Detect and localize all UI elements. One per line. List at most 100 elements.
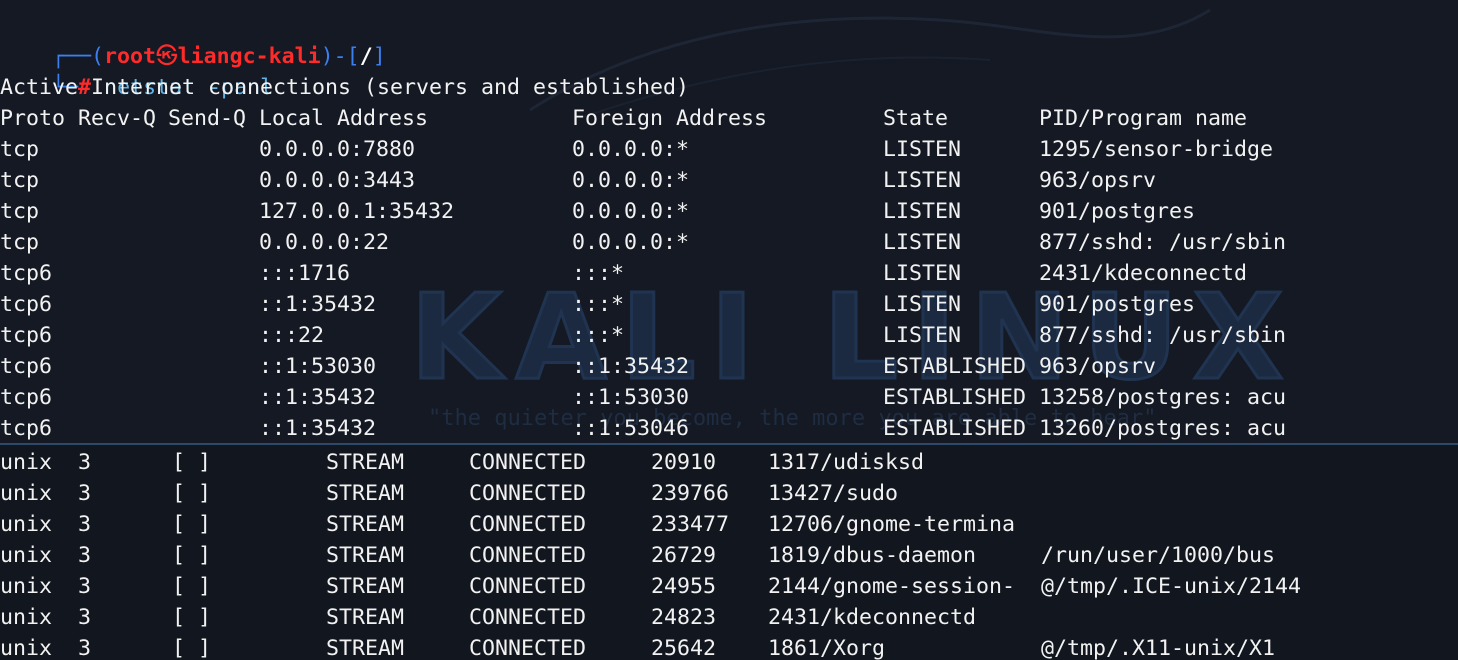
cell-state: CONNECTED — [469, 605, 587, 630]
cell-type: STREAM — [326, 636, 405, 660]
cell-proto: tcp6 — [0, 385, 53, 410]
cell-proto: tcp — [0, 137, 40, 162]
cell-pid-program: 1295/sensor-bridge — [1039, 137, 1274, 162]
cell-proto: unix — [0, 450, 53, 475]
cell-state: CONNECTED — [469, 481, 587, 506]
cell-state: LISTEN — [883, 168, 962, 193]
cell-state: LISTEN — [883, 199, 962, 224]
cell-refcnt: 3 — [78, 481, 92, 506]
cell-pid-program: 1861/Xorg — [768, 636, 886, 660]
cell-proto: tcp6 — [0, 261, 53, 286]
cell-pid-program: 1819/dbus-daemon — [768, 543, 977, 568]
cell-foreign-address: :::* — [572, 261, 625, 286]
cell-flags: [ ] — [172, 636, 212, 660]
output-header-line: Active Internet connections (servers and… — [0, 75, 690, 100]
cell-pid-program: 963/opsrv — [1039, 354, 1157, 379]
cell-state: LISTEN — [883, 230, 962, 255]
cell-state: ESTABLISHED — [883, 385, 1027, 410]
cell-pid-program: 2431/kdeconnectd — [1039, 261, 1248, 286]
cell-foreign-address: 0.0.0.0:* — [572, 199, 690, 224]
column-header-local-address: Local Address — [259, 106, 429, 131]
cell-flags: [ ] — [172, 512, 212, 537]
cell-local-address: 0.0.0.0:22 — [259, 230, 390, 255]
cell-local-address: 0.0.0.0:7880 — [259, 137, 416, 162]
cell-pid-program: 13258/postgres: acu — [1039, 385, 1287, 410]
cell-type: STREAM — [326, 605, 405, 630]
cell-local-address: ::1:53030 — [259, 354, 377, 379]
cell-local-address: 127.0.0.1:35432 — [259, 199, 455, 224]
cell-state: CONNECTED — [469, 512, 587, 537]
cell-proto: unix — [0, 574, 53, 599]
cell-pid-program: 13427/sudo — [768, 481, 899, 506]
cell-i-node: 25642 — [651, 636, 717, 660]
cell-refcnt: 3 — [78, 636, 92, 660]
cell-type: STREAM — [326, 574, 405, 599]
cell-state: LISTEN — [883, 292, 962, 317]
prompt-close: ] — [372, 44, 386, 69]
terminal-top-pane[interactable]: KALI LINUX "the quieter you become, the … — [0, 0, 1458, 444]
cell-path: @/tmp/.ICE-unix/2144 — [1041, 574, 1302, 599]
cell-foreign-address: ::1:53046 — [572, 416, 690, 441]
cell-path: /run/user/1000/bus — [1041, 543, 1276, 568]
cell-proto: tcp6 — [0, 354, 53, 379]
cell-refcnt: 3 — [78, 512, 92, 537]
cell-type: STREAM — [326, 543, 405, 568]
cell-local-address: ::1:35432 — [259, 416, 377, 441]
cell-i-node: 26729 — [651, 543, 717, 568]
cell-refcnt: 3 — [78, 574, 92, 599]
cell-local-address: ::1:35432 — [259, 292, 377, 317]
cell-flags: [ ] — [172, 605, 212, 630]
cell-i-node: 20910 — [651, 450, 717, 475]
cell-foreign-address: 0.0.0.0:* — [572, 230, 690, 255]
cell-local-address: :::1716 — [259, 261, 351, 286]
cell-proto: unix — [0, 636, 53, 660]
cell-foreign-address: :::* — [572, 323, 625, 348]
cell-type: STREAM — [326, 450, 405, 475]
cell-proto: unix — [0, 481, 53, 506]
cell-refcnt: 3 — [78, 605, 92, 630]
cell-type: STREAM — [326, 512, 405, 537]
cell-state: CONNECTED — [469, 636, 587, 660]
cell-foreign-address: ::1:53030 — [572, 385, 690, 410]
cell-state: LISTEN — [883, 261, 962, 286]
column-header-foreign-address: Foreign Address — [572, 106, 768, 131]
cell-state: LISTEN — [883, 323, 962, 348]
cell-proto: tcp — [0, 168, 40, 193]
column-header-recv-q: Recv-Q — [78, 106, 157, 131]
cell-proto: tcp6 — [0, 416, 53, 441]
cell-proto: tcp — [0, 230, 40, 255]
cell-type: STREAM — [326, 481, 405, 506]
cell-local-address: :::22 — [259, 323, 325, 348]
cell-pid-program: 12706/gnome-termina — [768, 512, 1016, 537]
cell-proto: unix — [0, 543, 53, 568]
cell-state: CONNECTED — [469, 450, 587, 475]
cell-pid-program: 877/sshd: /usr/sbin — [1039, 323, 1287, 348]
cell-local-address: 0.0.0.0:3443 — [259, 168, 416, 193]
prompt-dir: / — [359, 44, 373, 69]
terminal-bottom-pane[interactable]: unix 3 [ ] STREAM CONNECTED 20910 1317/udisksd… — [0, 445, 1458, 660]
prompt-line: ┌──(root㉿liangc-kali)-[/] — [0, 10, 386, 69]
column-header-send-q: Send-Q — [168, 106, 247, 131]
cell-pid-program: 901/postgres — [1039, 199, 1196, 224]
cell-foreign-address: 0.0.0.0:* — [572, 168, 690, 193]
column-header-pid-program: PID/Program name — [1039, 106, 1248, 131]
cell-i-node: 233477 — [651, 512, 730, 537]
cell-local-address: ::1:35432 — [259, 385, 377, 410]
cell-proto: tcp6 — [0, 323, 53, 348]
cell-proto: unix — [0, 512, 53, 537]
cell-pid-program: 963/opsrv — [1039, 168, 1157, 193]
cell-proto: tcp — [0, 199, 40, 224]
cell-i-node: 24955 — [651, 574, 717, 599]
cell-proto: tcp6 — [0, 292, 53, 317]
column-header-proto: Proto — [0, 106, 66, 131]
cell-refcnt: 3 — [78, 450, 92, 475]
column-header-state: State — [883, 106, 949, 131]
prompt-mid: )-[ — [320, 44, 360, 69]
cell-pid-program: 1317/udisksd — [768, 450, 925, 475]
cell-pid-program: 2144/gnome-session- — [768, 574, 1016, 599]
cell-pid-program: 13260/postgres: acu — [1039, 416, 1287, 441]
cell-state: LISTEN — [883, 137, 962, 162]
cell-pid-program: 877/sshd: /usr/sbin — [1039, 230, 1287, 255]
cell-i-node: 239766 — [651, 481, 730, 506]
cell-i-node: 24823 — [651, 605, 717, 630]
